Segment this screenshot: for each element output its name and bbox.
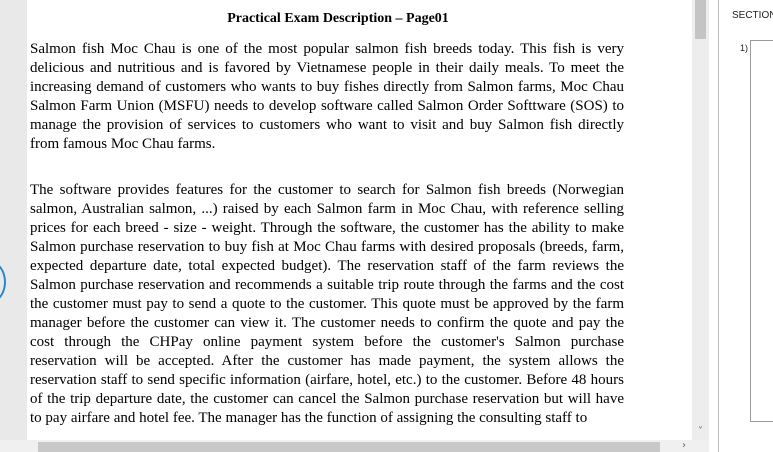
vertical-scrollbar[interactable]: ˅: [692, 0, 709, 440]
vertical-scroll-thumb[interactable]: [695, 0, 706, 39]
document-title: Practical Exam Description – Page01: [227, 11, 449, 26]
left-margin: [0, 0, 27, 452]
exam-window: Practical Exam Description – Page01 Salm…: [0, 0, 773, 452]
horizontal-scrollbar[interactable]: ›: [0, 440, 709, 452]
answer-textbox[interactable]: [750, 40, 773, 422]
document-paragraph: The software provides features for the c…: [30, 182, 624, 426]
question-number: 1): [740, 43, 749, 53]
scroll-down-arrow-icon[interactable]: ˅: [692, 424, 709, 440]
scroll-right-arrow-icon[interactable]: ›: [676, 440, 692, 452]
answer-panel: SECTION 1): [719, 0, 773, 452]
document-paragraph: Salmon fish Moc Chau is one of the most …: [30, 41, 624, 152]
section-label: SECTION: [732, 10, 773, 21]
horizontal-scroll-thumb[interactable]: [38, 442, 660, 452]
document-viewer: Practical Exam Description – Page01 Salm…: [27, 0, 685, 452]
